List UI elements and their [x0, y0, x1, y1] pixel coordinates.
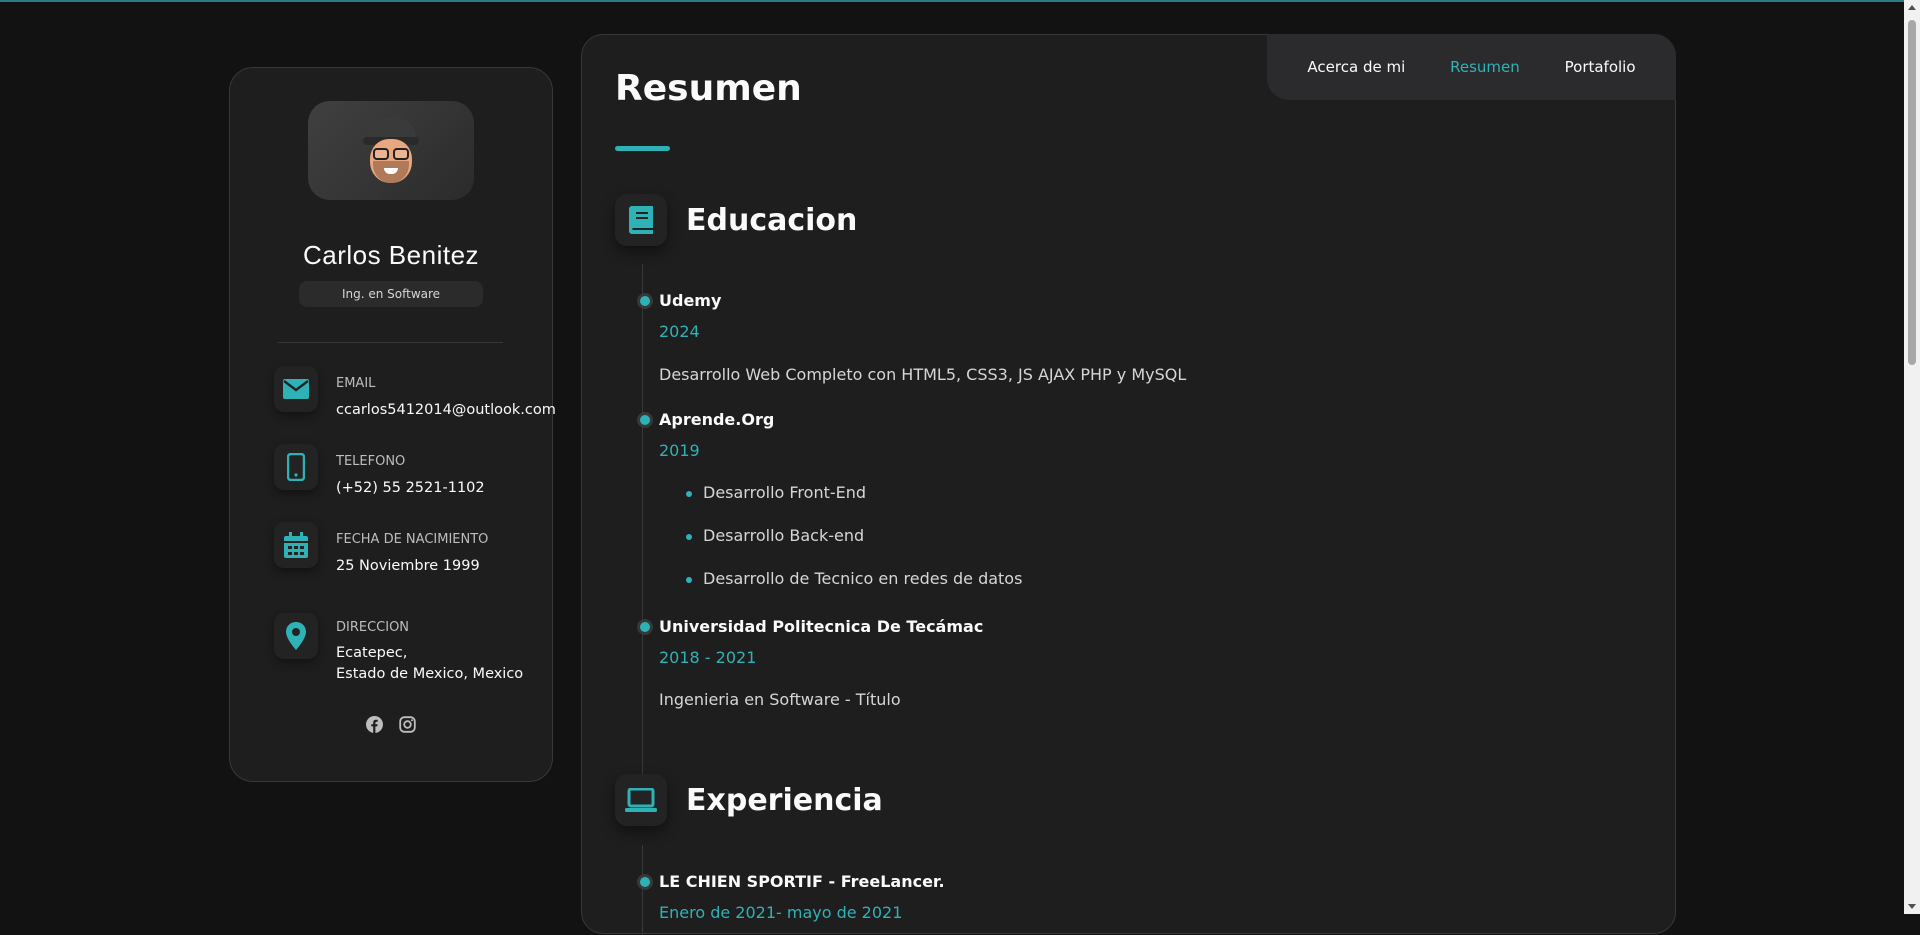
contact-label: FECHA DE NACIMIENTO — [336, 532, 489, 547]
timeline-dot — [640, 415, 650, 425]
contact-value-address: Ecatepec, Estado de Mexico, Mexico — [336, 643, 523, 685]
timeline-item: Aprende.Org 2019 Desarrollo Front-End De… — [640, 410, 1022, 588]
address-line-2: Estado de Mexico, Mexico — [336, 666, 524, 682]
envelope-icon — [274, 366, 318, 412]
sidebar-separator — [278, 342, 503, 343]
section-header-education: Educacion — [615, 194, 857, 246]
nav-link-portafolio[interactable]: Portafolio — [1565, 58, 1636, 76]
list-item: Desarrollo de Tecnico en redes de datos — [659, 569, 1022, 612]
calendar-icon — [274, 522, 318, 568]
profile-sidebar: Carlos Benitez Ing. en Software EMAIL cc… — [229, 67, 556, 782]
page-scrollbar[interactable] — [1904, 0, 1920, 914]
main-content: Acerca de mi Resumen Portafolio Resumen … — [581, 34, 1676, 935]
location-pin-icon — [274, 613, 318, 659]
contact-value-email[interactable]: ccarlos5412014@outlook.com — [336, 400, 556, 421]
timeline-bullet-list: Desarrollo Front-End Desarrollo Back-end… — [659, 483, 1022, 612]
profile-name: Carlos Benitez — [302, 240, 480, 270]
timeline-date: 2019 — [659, 441, 700, 460]
section-title-experience: Experiencia — [686, 782, 883, 818]
scrollbar-thumb[interactable] — [1908, 20, 1916, 365]
education-timeline — [642, 264, 643, 774]
top-accent-line — [0, 0, 1920, 2]
contact-label: EMAIL — [336, 376, 376, 391]
phone-icon — [274, 444, 318, 490]
profile-title-badge: Ing. en Software — [299, 281, 483, 307]
top-navbar: Acerca de mi Resumen Portafolio — [1267, 34, 1676, 100]
experience-timeline — [642, 845, 643, 935]
contact-label: TELEFONO — [336, 454, 406, 469]
contact-label: DIRECCION — [336, 620, 410, 635]
avatar — [308, 101, 474, 200]
section-header-experience: Experiencia — [615, 774, 883, 826]
nav-link-resumen[interactable]: Resumen — [1450, 58, 1520, 76]
avatar-memoji — [361, 116, 421, 185]
timeline-date: Enero de 2021- mayo de 2021 — [659, 903, 903, 922]
timeline-item: LE CHIEN SPORTIF - FreeLancer. Enero de … — [640, 872, 945, 922]
list-item: Desarrollo Back-end — [659, 526, 1022, 569]
contact-value-phone[interactable]: (+52) 55 2521-1102 — [336, 478, 485, 499]
timeline-text: Desarrollo Web Completo con HTML5, CSS3,… — [659, 365, 1187, 384]
contact-value-birthdate: 25 Noviembre 1999 — [336, 558, 480, 574]
facebook-icon[interactable] — [366, 716, 383, 733]
page-title: Resumen — [615, 68, 802, 109]
timeline-dot — [640, 622, 650, 632]
instagram-icon[interactable] — [399, 716, 416, 733]
timeline-title: LE CHIEN SPORTIF - FreeLancer. — [659, 872, 945, 891]
timeline-title: Aprende.Org — [659, 410, 775, 429]
timeline-date: 2024 — [659, 322, 700, 341]
laptop-icon — [615, 774, 667, 826]
timeline-dot — [640, 877, 650, 887]
timeline-date: 2018 - 2021 — [659, 648, 757, 667]
timeline-item: Universidad Politecnica De Tecámac 2018 … — [640, 617, 984, 709]
timeline-item: Udemy 2024 Desarrollo Web Completo con H… — [640, 291, 1186, 384]
address-line-1: Ecatepec, — [336, 645, 408, 661]
title-underline — [615, 146, 670, 151]
section-title-education: Educacion — [686, 202, 858, 238]
timeline-title: Udemy — [659, 291, 722, 310]
scroll-down-arrow-icon[interactable] — [1908, 904, 1916, 909]
social-links — [230, 716, 552, 733]
nav-link-acerca[interactable]: Acerca de mi — [1307, 58, 1405, 76]
timeline-dot — [640, 296, 650, 306]
book-icon — [615, 194, 667, 246]
timeline-title: Universidad Politecnica De Tecámac — [659, 617, 984, 636]
timeline-text: Ingenieria en Software - Título — [659, 690, 901, 709]
list-item: Desarrollo Front-End — [659, 483, 1022, 526]
scroll-up-arrow-icon[interactable] — [1908, 5, 1916, 10]
